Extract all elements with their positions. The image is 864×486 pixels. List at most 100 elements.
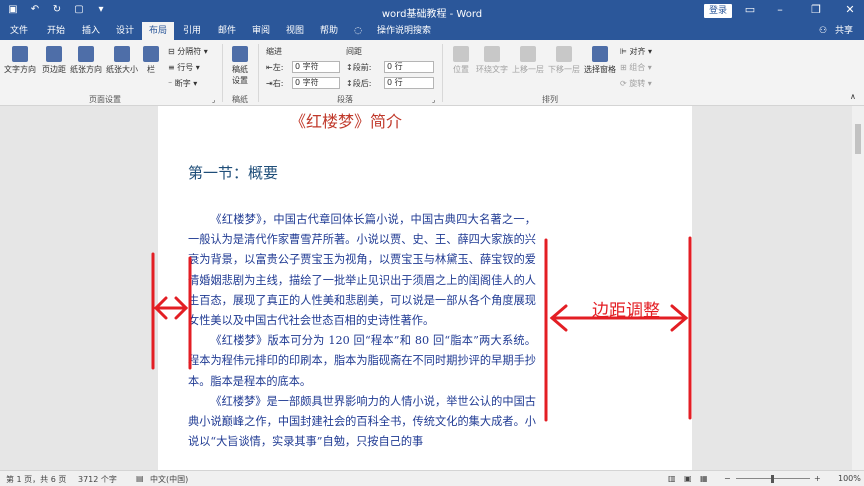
zoom-in-icon[interactable]: + <box>814 474 821 483</box>
space-before-input[interactable]: 0 行 <box>384 61 434 73</box>
orientation-icon <box>78 46 94 62</box>
indent-right-text: 右: <box>272 79 284 88</box>
rotate-button[interactable]: ⟳ 旋转 ▾ <box>620 78 652 89</box>
share-icon[interactable]: ⚇ <box>818 22 828 40</box>
document-area: 《红楼梦》简介 第一节：概要 《红楼梦》，中国古代章回体长篇小说，中国古典四大名… <box>0 106 852 470</box>
align-label: 对齐 <box>629 47 646 56</box>
tab-home[interactable]: 开始 <box>40 22 72 40</box>
login-button[interactable]: 登录 <box>704 4 732 18</box>
wrap-text-button[interactable]: 环绕文字 <box>474 46 510 75</box>
breaks-button[interactable]: ⊟ 分隔符 ▾ <box>168 46 208 57</box>
tab-mailings[interactable]: 邮件 <box>212 22 242 40</box>
bring-forward-icon <box>520 46 536 62</box>
tab-file[interactable]: 文件 <box>4 22 34 40</box>
page-count[interactable]: 第 1 页，共 6 页 <box>6 474 66 485</box>
tab-insert[interactable]: 插入 <box>76 22 106 40</box>
indent-left-input[interactable]: 0 字符 <box>292 61 340 73</box>
hyphenation-label: 断字 <box>174 79 191 88</box>
zoom-level[interactable]: 100% <box>838 474 861 483</box>
indent-right-label: ⇥右: <box>266 79 284 88</box>
page-setup-group-label: 页面设置 <box>89 95 121 104</box>
title-bar: ▣ ↶ ↻ ▢ ▾ word基础教程 - Word 登录 ▭ – ❐ ✕ <box>0 0 864 22</box>
lightbulb-icon: ◌ <box>354 26 362 36</box>
window-title: word基础教程 - Word <box>381 9 483 20</box>
minimize-icon[interactable]: – <box>772 3 788 16</box>
collapse-ribbon-icon[interactable]: ∧ <box>850 92 856 101</box>
paragraph-launcher-icon[interactable]: ⌟ <box>432 96 435 104</box>
wrap-text-label: 环绕文字 <box>476 65 508 74</box>
rotate-label: 旋转 <box>629 79 646 88</box>
space-before-text: 段前: <box>352 63 372 72</box>
margins-label: 页边距 <box>42 65 66 74</box>
close-icon[interactable]: ✕ <box>842 3 858 16</box>
margin-adjust-label: 边距调整 <box>592 301 660 321</box>
columns-label: 栏 <box>147 65 155 74</box>
tab-view[interactable]: 视图 <box>280 22 310 40</box>
tab-references[interactable]: 引用 <box>178 22 206 40</box>
selection-pane-label: 选择窗格 <box>584 65 616 74</box>
selection-pane-button[interactable]: 选择窗格 <box>582 46 618 75</box>
tell-me-search[interactable]: 操作说明搜索 <box>368 22 440 40</box>
text-direction-icon <box>12 46 28 62</box>
line-numbers-label: 行号 <box>177 63 194 72</box>
bring-forward-button[interactable]: 上移一层 <box>510 46 546 75</box>
orientation-label: 纸张方向 <box>70 65 102 74</box>
separator <box>222 44 223 102</box>
read-mode-icon[interactable]: ▥ <box>668 474 676 483</box>
separator <box>442 44 443 102</box>
size-button[interactable]: 纸张大小 <box>104 46 140 75</box>
zoom-out-icon[interactable]: − <box>724 474 731 483</box>
send-backward-icon <box>556 46 572 62</box>
tab-design[interactable]: 设计 <box>110 22 140 40</box>
language[interactable]: 中文(中国) <box>150 474 188 485</box>
page-size-icon <box>114 46 130 62</box>
orientation-button[interactable]: 纸张方向 <box>68 46 104 75</box>
draft-setup-button[interactable]: 稿纸 设置 <box>226 46 254 86</box>
size-label: 纸张大小 <box>106 65 138 74</box>
hyphenation-button[interactable]: ⁻ 断字 ▾ <box>168 78 197 89</box>
tab-layout[interactable]: 布局 <box>142 22 174 40</box>
send-backward-button[interactable]: 下移一层 <box>546 46 582 75</box>
indent-right-input[interactable]: 0 字符 <box>292 77 340 89</box>
position-button[interactable]: 位置 <box>448 46 474 75</box>
wrap-text-icon <box>484 46 500 62</box>
print-layout-icon[interactable]: ▣ <box>684 474 692 483</box>
zoom-slider-thumb[interactable] <box>771 475 774 483</box>
group-button[interactable]: ⊞ 组合 ▾ <box>620 62 652 73</box>
paragraph-group-label: 段落 <box>337 95 353 104</box>
proofing-icon[interactable]: ▤ <box>136 474 144 483</box>
page-setup-launcher-icon[interactable]: ⌟ <box>212 96 215 104</box>
draft-group-label: 稿纸 <box>232 95 248 104</box>
draft-paper-icon <box>232 46 248 62</box>
ribbon-display-icon[interactable]: ▭ <box>742 3 758 16</box>
space-before-label: ↕段前: <box>346 63 372 72</box>
indent-label: 缩进 <box>266 47 282 56</box>
space-after-input[interactable]: 0 行 <box>384 77 434 89</box>
scroll-thumb[interactable] <box>855 124 861 154</box>
margins-icon <box>46 46 62 62</box>
space-after-text: 段后: <box>352 79 372 88</box>
selection-pane-icon <box>592 46 608 62</box>
send-backward-label: 下移一层 <box>548 65 580 74</box>
vertical-scrollbar[interactable] <box>852 106 864 470</box>
spacing-label: 间距 <box>346 47 362 56</box>
tab-help[interactable]: 帮助 <box>314 22 344 40</box>
indent-left-label: ⇤左: <box>266 63 284 72</box>
tab-review[interactable]: 审阅 <box>246 22 276 40</box>
text-direction-button[interactable]: 文字方向 <box>2 46 38 75</box>
bring-forward-label: 上移一层 <box>512 65 544 74</box>
columns-button[interactable]: 栏 <box>140 46 162 75</box>
breaks-label: 分隔符 <box>177 47 202 56</box>
restore-icon[interactable]: ❐ <box>808 3 824 16</box>
web-layout-icon[interactable]: ▦ <box>700 474 708 483</box>
margins-button[interactable]: 页边距 <box>38 46 70 75</box>
annotation-overlay <box>151 236 692 422</box>
indent-left-text: 左: <box>272 63 284 72</box>
space-after-label: ↕段后: <box>346 79 372 88</box>
arrange-group-label: 排列 <box>542 95 558 104</box>
word-count[interactable]: 3712 个字 <box>78 474 117 485</box>
align-button[interactable]: ⊫ 对齐 ▾ <box>620 46 652 57</box>
share-button[interactable]: 共享 <box>830 22 858 40</box>
ribbon-tabs: 文件 开始 插入 设计 布局 引用 邮件 审阅 视图 帮助 ◌ 操作说明搜索 ⚇… <box>0 22 864 40</box>
line-numbers-button[interactable]: ≡ 行号 ▾ <box>168 62 200 73</box>
